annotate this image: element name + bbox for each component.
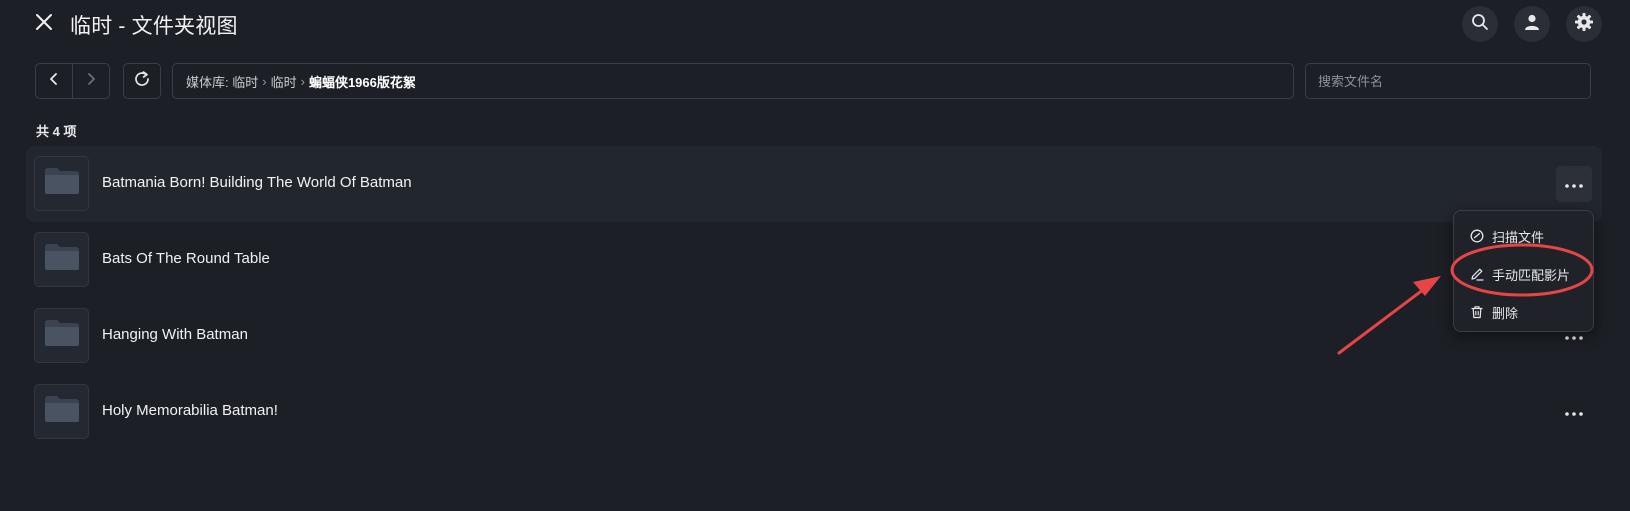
breadcrumb-current: 蝙蝠侠1966版花絮: [308, 74, 416, 90]
settings-button[interactable]: [1566, 6, 1602, 42]
menu-item-scan-files[interactable]: 扫描文件: [1454, 217, 1593, 255]
list-item[interactable]: Holy Memorabilia Batman!: [26, 374, 1602, 450]
gear-icon: [1574, 12, 1594, 37]
list-item[interactable]: Hanging With Batman: [26, 298, 1602, 374]
folder-name: Batmania Born! Building The World Of Bat…: [102, 174, 412, 191]
more-horizontal-icon: [1565, 403, 1583, 421]
close-icon: [35, 13, 53, 36]
back-button[interactable]: [36, 64, 72, 98]
breadcrumb-separator: ›: [262, 73, 267, 89]
chevron-right-icon: [86, 72, 96, 90]
folder-name: Bats Of The Round Table: [102, 250, 270, 267]
context-menu: 扫描文件 手动匹配影片 删除: [1453, 210, 1594, 332]
refresh-icon: [133, 70, 151, 93]
trash-icon: [1470, 305, 1484, 319]
folder-icon: [44, 319, 80, 352]
refresh-button[interactable]: [123, 63, 161, 99]
edit-pencil-icon: [1470, 267, 1484, 281]
folder-thumbnail: [34, 156, 89, 211]
user-icon: [1523, 13, 1541, 36]
folder-thumbnail: [34, 232, 89, 287]
breadcrumb: 媒体库: 临时 › 临时 › 蝙蝠侠1966版花絮: [172, 63, 1294, 99]
chevron-left-icon: [49, 72, 59, 90]
breadcrumb-item[interactable]: 媒体库: 临时: [186, 72, 258, 91]
close-button[interactable]: [32, 12, 56, 36]
search-button[interactable]: [1462, 6, 1498, 42]
forward-button[interactable]: [72, 64, 109, 98]
more-horizontal-icon: [1565, 175, 1583, 193]
search-input[interactable]: [1305, 63, 1591, 99]
menu-item-delete[interactable]: 删除: [1454, 293, 1593, 331]
folder-icon: [44, 167, 80, 200]
menu-item-label: 扫描文件: [1492, 229, 1545, 245]
item-count: 共 4 项: [36, 124, 77, 139]
folder-thumbnail: [34, 308, 89, 363]
folder-thumbnail: [34, 384, 89, 439]
search-icon: [1471, 13, 1489, 36]
menu-item-label: 删除: [1492, 305, 1519, 321]
page-title: 临时 - 文件夹视图: [70, 15, 238, 38]
more-options-button[interactable]: [1556, 394, 1592, 430]
breadcrumb-separator: ›: [300, 73, 305, 89]
list-item[interactable]: Bats Of The Round Table: [26, 222, 1602, 298]
list-item[interactable]: Batmania Born! Building The World Of Bat…: [26, 146, 1602, 222]
folder-name: Hanging With Batman: [102, 326, 248, 343]
folder-name: Holy Memorabilia Batman!: [102, 402, 278, 419]
scan-icon: [1470, 229, 1484, 243]
user-button[interactable]: [1514, 6, 1550, 42]
top-bar: 临时 - 文件夹视图: [0, 0, 1630, 48]
folder-icon: [44, 395, 80, 428]
folder-icon: [44, 243, 80, 276]
more-options-button[interactable]: [1556, 166, 1592, 202]
menu-item-manual-match[interactable]: 手动匹配影片: [1454, 255, 1593, 293]
history-nav: [35, 63, 110, 99]
menu-item-label: 手动匹配影片: [1492, 267, 1571, 283]
breadcrumb-item[interactable]: 临时: [271, 72, 297, 91]
